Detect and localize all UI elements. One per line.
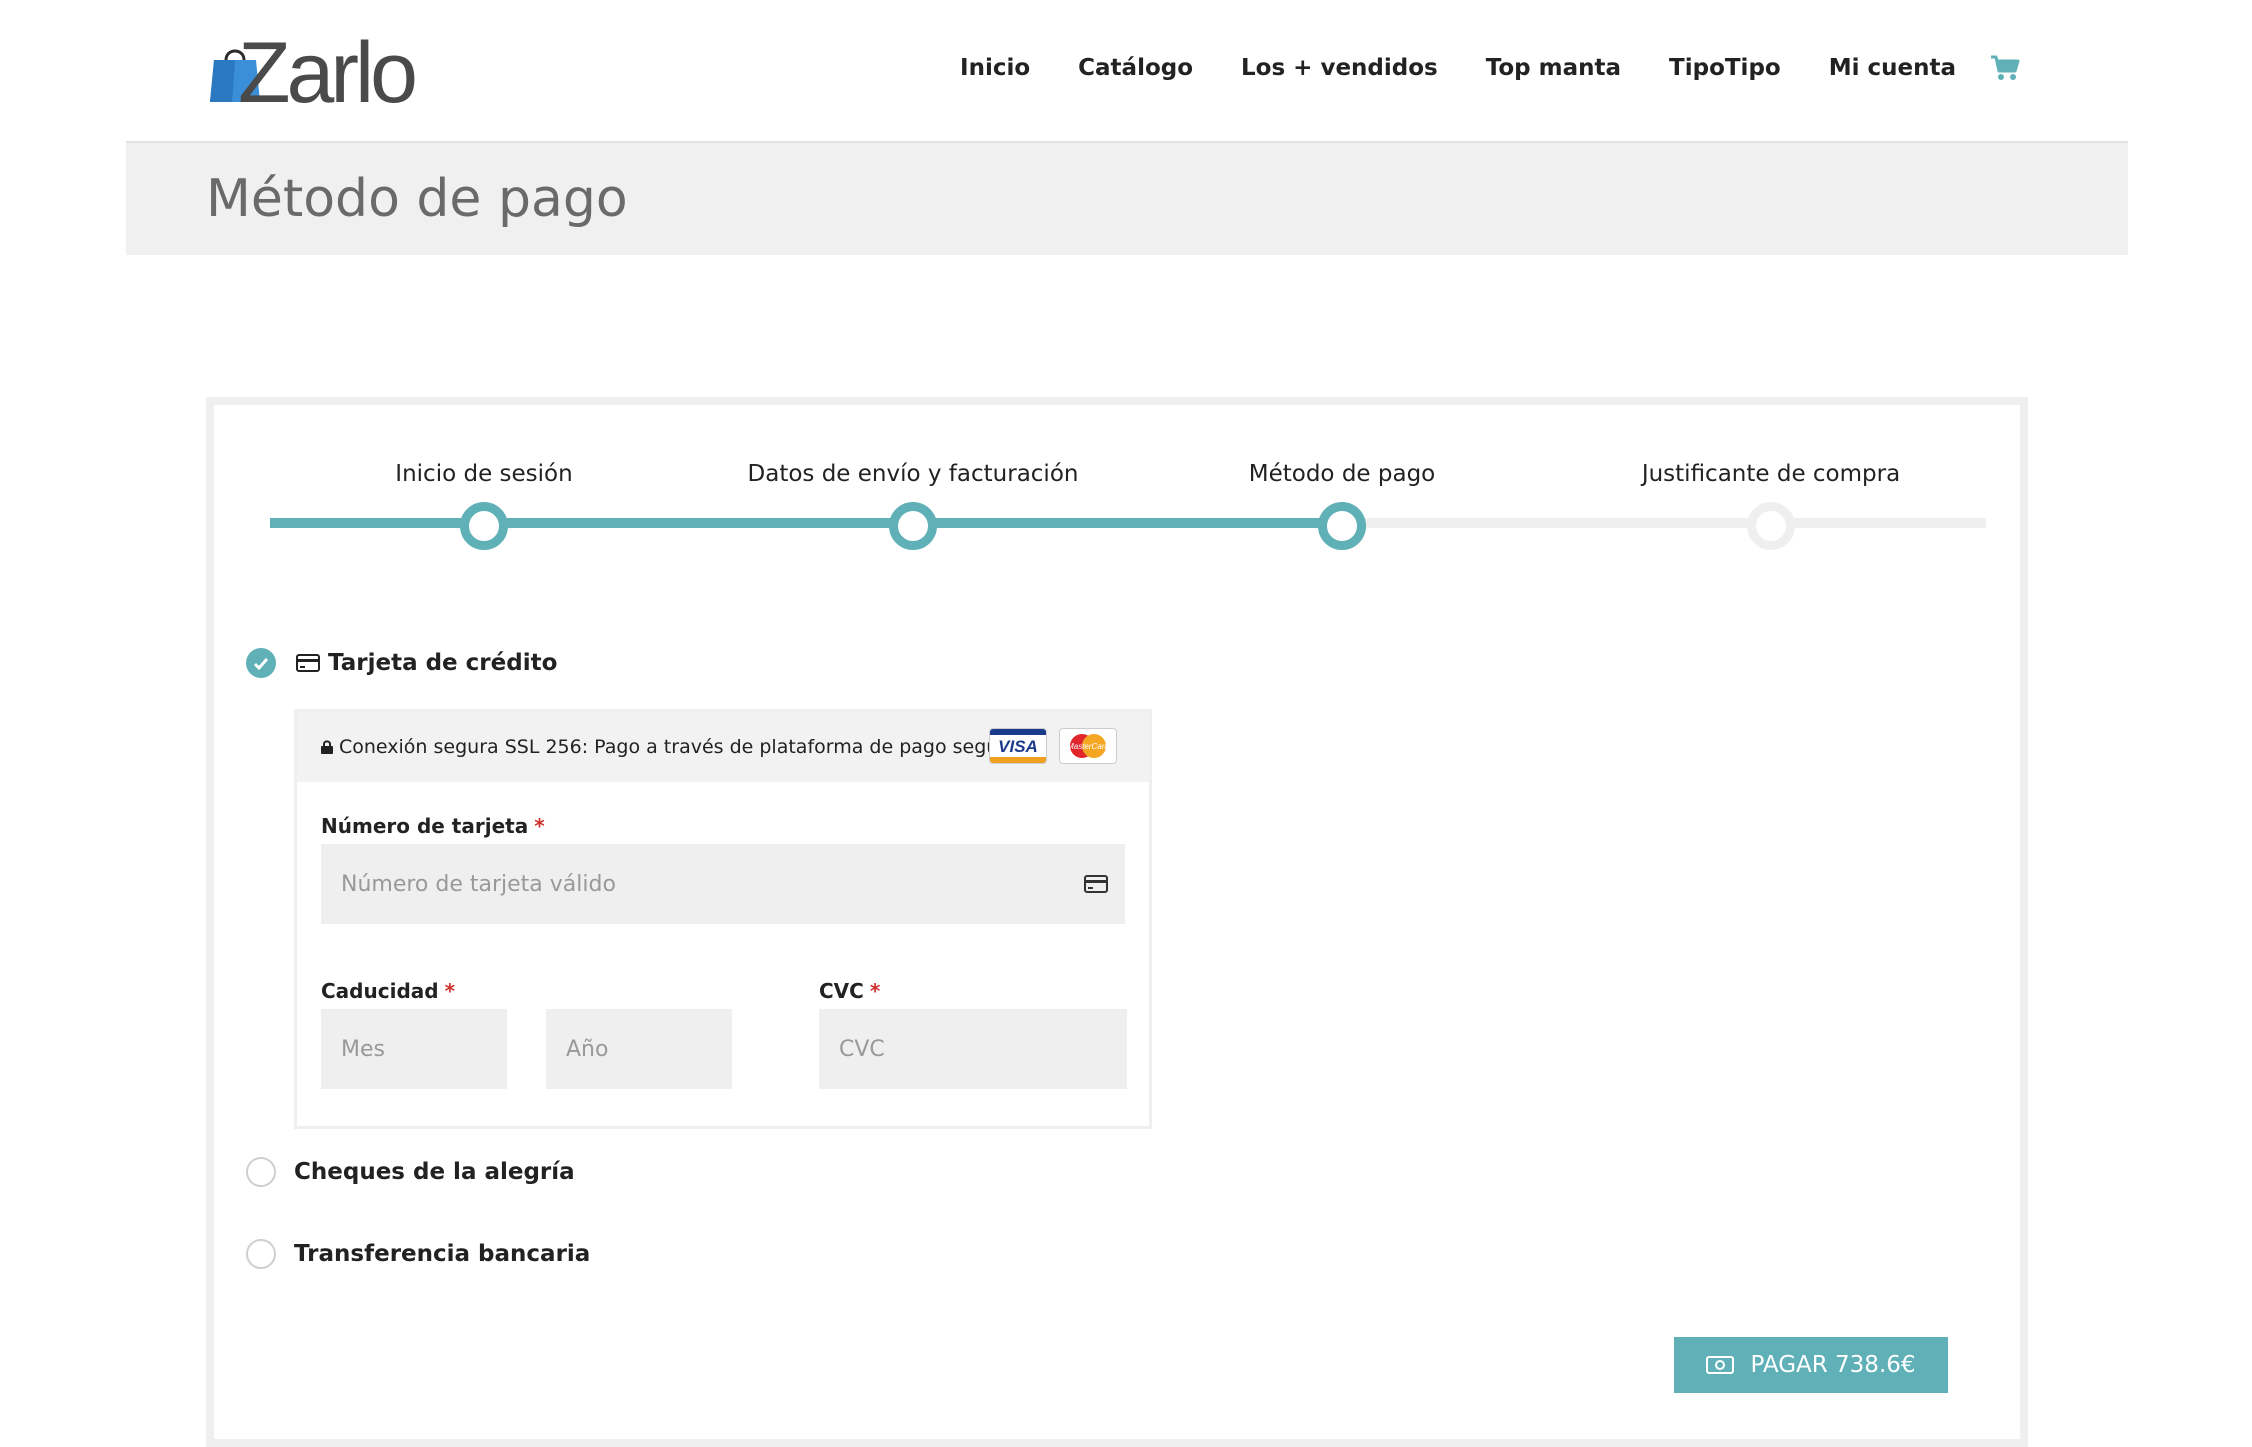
expiry-year-placeholder: Año xyxy=(566,1036,609,1062)
nav-inicio[interactable]: Inicio xyxy=(960,55,1030,81)
payment-option-label: Tarjeta de crédito xyxy=(328,650,558,676)
step-dot-shipping xyxy=(889,502,937,550)
expiry-month-input[interactable]: Mes xyxy=(321,1009,507,1089)
money-icon xyxy=(1706,1356,1735,1374)
payment-option-bank-transfer[interactable]: Transferencia bancaria xyxy=(246,1239,590,1269)
page-title: Método de pago xyxy=(206,169,628,229)
payment-option-credit-card[interactable]: Tarjeta de crédito xyxy=(246,648,557,678)
credit-card-icon xyxy=(1084,875,1108,893)
secure-connection-bar: Conexión segura SSL 256: Pago a través d… xyxy=(297,712,1149,782)
secure-connection-text: Conexión segura SSL 256: Pago a través d… xyxy=(339,736,1018,758)
visa-logo-text: VISA xyxy=(998,737,1038,756)
step-label-login: Inicio de sesión xyxy=(395,461,573,487)
cvc-input[interactable]: CVC xyxy=(819,1009,1127,1089)
check-icon[interactable] xyxy=(246,648,276,678)
step-dot-payment xyxy=(1318,502,1366,550)
card-number-label: Número de tarjeta * xyxy=(321,814,545,838)
expiry-year-input[interactable]: Año xyxy=(546,1009,732,1089)
page-title-banner: Método de pago xyxy=(126,141,2128,255)
pay-button-label: PAGAR 738.6€ xyxy=(1750,1352,1916,1378)
expiry-month-placeholder: Mes xyxy=(341,1036,385,1062)
mastercard-logo-icon: MasterCard xyxy=(1059,728,1117,764)
checkout-panel: Inicio de sesión Datos de envío y factur… xyxy=(206,397,2028,1447)
site-header: Zarlo Inicio Catálogo Los + vendidos Top… xyxy=(0,0,2252,141)
checkout-progress: Inicio de sesión Datos de envío y factur… xyxy=(270,461,1986,561)
pay-button[interactable]: PAGAR 738.6€ xyxy=(1674,1337,1948,1393)
nav-los-mas-vendidos[interactable]: Los + vendidos xyxy=(1241,55,1438,81)
step-label-payment: Método de pago xyxy=(1248,461,1436,487)
cvc-placeholder: CVC xyxy=(839,1036,885,1062)
nav-mi-cuenta[interactable]: Mi cuenta xyxy=(1829,55,1956,81)
progress-track-fill xyxy=(270,518,1342,528)
cvc-label: CVC * xyxy=(819,979,881,1003)
credit-card-icon xyxy=(296,654,320,672)
mastercard-logo-text: MasterCard xyxy=(1067,742,1109,751)
card-number-placeholder: Número de tarjeta válido xyxy=(341,871,616,897)
payment-option-label: Cheques de la alegría xyxy=(294,1159,575,1185)
credit-card-form: Conexión segura SSL 256: Pago a través d… xyxy=(294,709,1152,1129)
step-label-receipt: Justificante de compra xyxy=(1641,461,1901,487)
nav-top-manta[interactable]: Top manta xyxy=(1486,55,1621,81)
expiry-label: Caducidad * xyxy=(321,979,456,1003)
card-number-input[interactable]: Número de tarjeta válido xyxy=(321,844,1125,924)
progress-track xyxy=(270,518,1986,528)
nav-tipotipo[interactable]: TipoTipo xyxy=(1669,55,1781,81)
step-label-shipping: Datos de envío y facturación xyxy=(747,461,1079,487)
radio-button[interactable] xyxy=(246,1157,276,1187)
nav-catalogo[interactable]: Catálogo xyxy=(1078,55,1193,81)
payment-option-label: Transferencia bancaria xyxy=(294,1241,591,1267)
cart-icon[interactable] xyxy=(1990,54,2020,82)
step-dot-login xyxy=(460,502,508,550)
logo-text: Zarlo xyxy=(238,25,418,121)
lock-icon xyxy=(321,740,333,754)
step-dot-receipt xyxy=(1747,502,1795,550)
main-nav: Inicio Catálogo Los + vendidos Top manta… xyxy=(912,54,2020,82)
radio-button[interactable] xyxy=(246,1239,276,1269)
visa-logo-icon: VISA xyxy=(989,728,1047,764)
payment-option-cheques[interactable]: Cheques de la alegría xyxy=(246,1157,575,1187)
